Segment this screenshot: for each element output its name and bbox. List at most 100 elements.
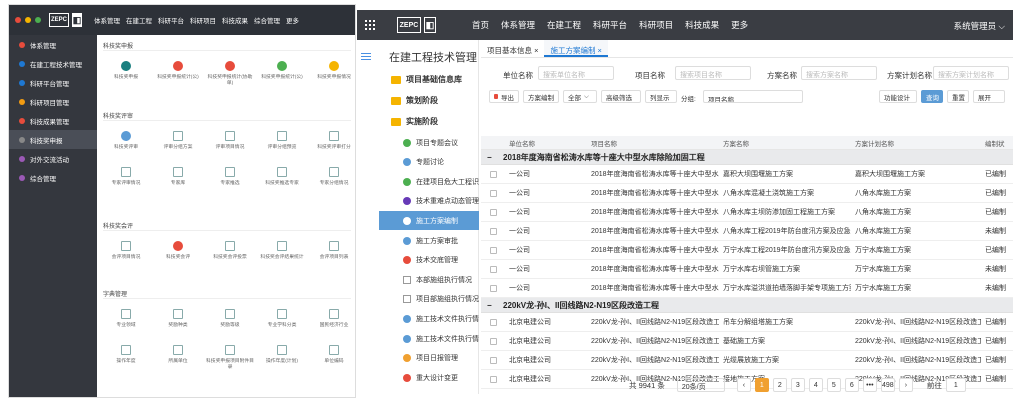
page-button[interactable]: ••• (862, 378, 877, 392)
grid-item[interactable]: 单位编码 (309, 345, 355, 365)
page-button[interactable]: 5 (826, 378, 841, 392)
page-size-select[interactable]: 20条/页 (676, 378, 725, 392)
topnav-item[interactable]: 在建工程 (126, 15, 152, 25)
sidebar-item[interactable]: 科研平台管理 (9, 73, 97, 92)
grid-item[interactable]: 科技奖会评 (153, 241, 203, 261)
grid-item[interactable]: 评审项目情况 (205, 131, 255, 151)
user-menu[interactable]: 系统管理员 ⌵ (954, 20, 1005, 32)
close-dot-icon[interactable] (15, 17, 21, 23)
topnav-item[interactable]: 体系管理 (94, 15, 120, 25)
grid-item[interactable]: 国民经济行业 (309, 309, 355, 329)
row-checkbox[interactable] (490, 284, 497, 292)
export-button[interactable]: 导出 (489, 90, 519, 103)
advanced-filter-button[interactable]: 高级筛选 (601, 90, 641, 103)
sidebar-item[interactable]: 综合管理 (9, 168, 97, 187)
grid-item[interactable]: 所属单位 (153, 345, 203, 365)
all-select[interactable]: 全部 ⌵ (563, 90, 597, 103)
table-row[interactable]: 一公司 2018年度海南省松涛水库等十座大中型水库除 万宁水库右坝管施工方案 万宁水库… (481, 260, 1013, 279)
prev-page-button[interactable]: ‹ (736, 378, 751, 392)
grid-item[interactable]: 专家评审情况 (101, 167, 151, 187)
collapse-icon[interactable]: − (481, 153, 495, 162)
header-cell[interactable]: 方案名称 (719, 138, 851, 148)
table-row[interactable]: 一公司 2018年度海南省松涛水库等十座大中型水库除 八角水库主坝防渗加固工程施工方… (481, 203, 1013, 222)
row-checkbox[interactable] (490, 208, 497, 216)
function-design-button[interactable]: 功能设计 (879, 90, 917, 103)
row-checkbox[interactable] (490, 265, 497, 273)
grid-item[interactable]: 科技奖申报 (101, 61, 151, 81)
tree-item[interactable]: 施工技术文件执行情... (379, 309, 479, 328)
sidebar-item[interactable]: 对外交流活动 (9, 149, 97, 168)
grid-item[interactable]: 科技奖推选专家 (257, 167, 307, 187)
page-button[interactable]: 3 (790, 378, 805, 392)
topnav-item[interactable]: 体系管理 (501, 19, 535, 31)
close-icon[interactable]: × (532, 46, 538, 55)
tab[interactable]: 项目基本信息 × (481, 40, 544, 57)
expand-button[interactable]: 展开 (973, 90, 1005, 103)
grid-item[interactable]: 奖励种类 (153, 309, 203, 329)
columns-button[interactable]: 列显示 (645, 90, 677, 103)
row-checkbox[interactable] (490, 246, 497, 254)
tree-item[interactable]: 在建项目危大工程识别 (379, 172, 479, 191)
grid-item[interactable]: 科技奖申报情况 (309, 61, 355, 81)
tree-item[interactable]: 施工方案编制 (379, 211, 479, 231)
tree-item[interactable]: 专题讨论 (379, 153, 479, 172)
grid-item[interactable]: 科技奖申报统计(协助单) (205, 61, 255, 87)
sidebar-item[interactable]: 体系管理 (9, 35, 97, 54)
tree-item[interactable]: 施工技术文件执行情... (379, 329, 479, 348)
header-cell[interactable]: 编制状 (981, 138, 1013, 148)
row-checkbox[interactable] (490, 227, 497, 235)
grid-item[interactable]: 专业学科分类 (257, 309, 307, 329)
grid-item[interactable]: 科技奖申报项目附件目录 (205, 345, 255, 371)
tree-folder[interactable]: 实施阶段 (391, 116, 438, 127)
tree-item[interactable]: 技术重难点动态管理 (379, 192, 479, 211)
grid-item[interactable]: 专家分组情况 (309, 167, 355, 187)
topnav-item[interactable]: 科研项目 (639, 19, 673, 31)
tree-item[interactable]: 项目部施组执行情况 (379, 290, 479, 309)
sidebar-item[interactable]: 科研项目管理 (9, 92, 97, 111)
grid-item[interactable]: 评审分组方案 (153, 131, 203, 151)
maximize-dot-icon[interactable] (35, 17, 41, 23)
tree-item[interactable]: 施工方案审批 (379, 231, 479, 250)
grid-item[interactable]: 专家推选 (205, 167, 255, 187)
group-select[interactable]: 项目名称 (703, 90, 803, 103)
grid-item[interactable]: 科技奖会评结果统计 (257, 241, 307, 261)
tree-item[interactable]: 项目专题会议 (379, 133, 479, 152)
filter-input[interactable]: 搜索方案名称 (801, 66, 877, 80)
topnav-item[interactable]: 更多 (731, 19, 748, 31)
row-checkbox[interactable] (490, 356, 497, 364)
topnav-item[interactable]: 科研平台 (158, 15, 184, 25)
grid-item[interactable]: 科技奖评审 (101, 131, 151, 151)
goto-input[interactable]: 1 (945, 378, 966, 392)
row-checkbox[interactable] (490, 318, 497, 326)
topnav-item[interactable]: 科研项目 (190, 15, 216, 25)
sidebar-item[interactable]: 科技成果管理 (9, 111, 97, 130)
table-row[interactable]: 一公司 2018年度海南省松涛水库等十座大中型水库除 万宁水库工程2019年防台度汛… (481, 241, 1013, 260)
grid-item[interactable]: 科技奖申报统计(公) (153, 61, 203, 81)
table-row[interactable]: 一公司 2018年度海南省松涛水库等十座大中型水库除 万宁水库溢洪道拍墙落脚手架专项… (481, 279, 1013, 298)
tree-folder[interactable]: 策划阶段 (391, 95, 438, 106)
page-button[interactable]: 6 (844, 378, 859, 392)
topnav-item[interactable]: 更多 (286, 15, 299, 25)
page-button[interactable]: 1 (754, 378, 769, 392)
table-row[interactable]: 一公司 2018年度海南省松涛水库等十座大中型水库除 八角水库混凝土浇筑施工方案 八角… (481, 184, 1013, 203)
grid-item[interactable]: 奖励等级 (205, 309, 255, 329)
grid-item[interactable]: 专业领域 (101, 309, 151, 329)
tree-item[interactable]: 项目日报管理 (379, 349, 479, 368)
grid-item[interactable]: 科技奖申报统计(公) (257, 61, 307, 81)
menu-toggle-icon[interactable] (361, 53, 371, 60)
grid-item[interactable]: 评审分组预览 (257, 131, 307, 151)
filter-input[interactable]: 搜索项目名称 (675, 66, 751, 80)
group-row[interactable]: −2018年度海南省松涛水库等十座大中型水库除险加固工程 (481, 150, 1013, 165)
row-checkbox[interactable] (490, 189, 497, 197)
row-checkbox[interactable] (490, 170, 497, 178)
grid-item[interactable]: 会评项目情况 (101, 241, 151, 261)
grid-item[interactable]: 科技奖会评投票 (205, 241, 255, 261)
next-page-button[interactable]: › (898, 378, 913, 392)
reset-button[interactable]: 重置 (947, 90, 969, 103)
topnav-item[interactable]: 综合管理 (254, 15, 280, 25)
collapse-icon[interactable]: − (481, 301, 495, 310)
tab[interactable]: 施工方案编制 × (544, 40, 608, 57)
header-cell[interactable]: 项目名称 (587, 138, 719, 148)
topnav-item[interactable]: 科研平台 (593, 19, 627, 31)
header-cell[interactable]: 单位名称 (505, 138, 587, 148)
